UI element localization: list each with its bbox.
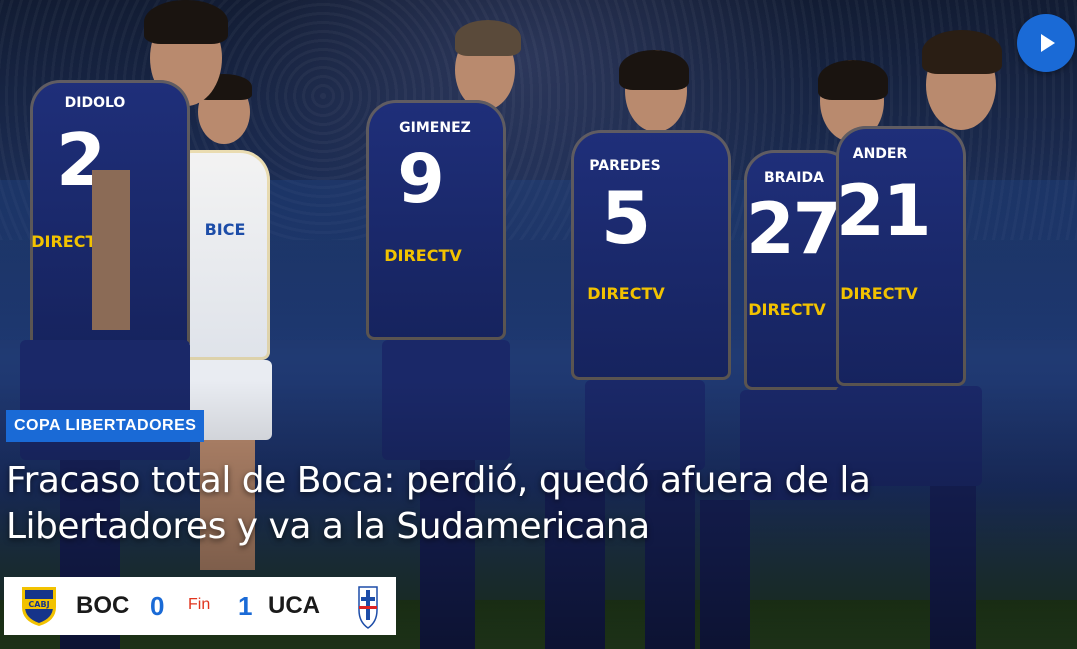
jersey-number: 27: [746, 188, 841, 270]
match-status: Fin: [188, 596, 211, 613]
boca-crest-icon: CABJ: [22, 587, 56, 626]
sponsor-label: DIRECTV: [384, 246, 462, 265]
jersey-number: 9: [397, 140, 444, 219]
away-team-name: UCA: [268, 592, 320, 619]
jersey-number: 21: [836, 170, 931, 252]
home-score: 0: [150, 591, 165, 621]
sponsor-label: DIRECTV: [587, 284, 665, 303]
svg-text:CABJ: CABJ: [28, 600, 49, 609]
sponsor-label: DIRECTV: [748, 300, 826, 319]
sponsor-label: DIRECTV: [840, 284, 918, 303]
play-icon: [1041, 34, 1055, 52]
article-hero[interactable]: BICE DIDOLO 2 DIRECTV GIMENEZ 9 DIRECTV …: [0, 0, 1077, 649]
jersey-name: DIDOLO: [64, 95, 126, 111]
jersey-name: ANDER: [852, 146, 908, 162]
play-video-button[interactable]: [1017, 14, 1075, 72]
away-score: 1: [238, 591, 253, 621]
category-tag[interactable]: COPA LIBERTADORES: [6, 410, 205, 442]
jersey-name: PAREDES: [589, 158, 661, 174]
jersey-name: GIMENEZ: [399, 120, 471, 136]
scoreboard[interactable]: CABJ BOC 0 Fin 1 UCA: [4, 577, 396, 635]
catolica-crest-icon: [358, 586, 378, 629]
jersey-name: BRAIDA: [764, 170, 824, 186]
article-headline[interactable]: Fracaso total de Boca: perdió, quedó afu…: [6, 458, 966, 550]
jersey-number: 5: [600, 176, 651, 260]
home-team-name: BOC: [76, 592, 130, 619]
